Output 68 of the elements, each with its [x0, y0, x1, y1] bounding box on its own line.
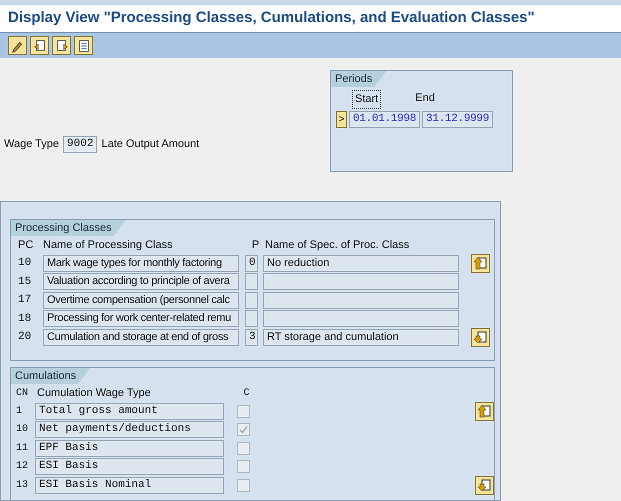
column-header: C [242, 386, 250, 400]
column-header: CN [15, 386, 30, 400]
wage-type-field[interactable]: Net payments/deductions [35, 421, 224, 438]
page-down-button[interactable] [471, 328, 490, 347]
group-title: Cumulations [11, 368, 90, 384]
column-header: PC [17, 238, 34, 253]
class-name-field[interactable]: Valuation according to principle of avera [43, 273, 239, 290]
check-icon [239, 425, 248, 434]
group-title: Periods [331, 71, 386, 87]
spec-code-field[interactable] [245, 292, 258, 309]
window-title: Display View "Processing Classes, Cumulations, and Evaluation Classes" [8, 8, 535, 28]
page-up-icon [474, 256, 488, 270]
end-date-field[interactable]: 31.12.9999 [422, 110, 494, 128]
row-number: 10 [17, 256, 32, 271]
page-down-button[interactable] [475, 476, 494, 495]
page-left-icon [32, 38, 48, 54]
page-down-icon [474, 330, 488, 344]
row-number: 11 [15, 442, 30, 456]
spec-name-field[interactable] [263, 273, 459, 290]
spec-name-field[interactable] [263, 310, 459, 328]
field-label: Wage Type [4, 137, 60, 152]
checkbox[interactable] [237, 423, 250, 436]
wage-type-field[interactable]: EPF Basis [35, 440, 224, 457]
toolbar-button[interactable] [74, 36, 93, 55]
spec-name-field[interactable]: No reduction [263, 254, 459, 272]
page-up-button[interactable] [475, 402, 494, 421]
column-header: End [415, 91, 435, 106]
checkbox[interactable] [237, 460, 250, 474]
spec-code-field[interactable]: 3 [245, 328, 258, 346]
class-name-field[interactable]: Mark wage types for monthly factoring [43, 254, 239, 272]
wage-type-field[interactable]: ESI Basis Nominal [35, 476, 224, 494]
page-up-button[interactable] [471, 254, 490, 273]
row-number: 17 [17, 293, 32, 308]
class-name-field[interactable]: Cumulation and storage at end of gross [43, 328, 239, 346]
page-up-icon [478, 404, 492, 418]
wage-type-field[interactable]: ESI Basis [35, 458, 224, 476]
page-down-icon [478, 478, 492, 492]
checkbox[interactable] [237, 404, 250, 418]
wage-type-description: Late Output Amount [101, 137, 200, 152]
group-title: Processing Classes [11, 220, 126, 236]
column-header: Cumulation Wage Type [37, 386, 152, 401]
row-number: 1 [15, 404, 24, 419]
spec-code-field[interactable]: 0 [245, 254, 258, 272]
column-header: Name of Spec. of Proc. Class [265, 238, 410, 253]
start-date-field[interactable]: 01.01.1998 [349, 110, 420, 128]
spec-name-field[interactable]: RT storage and cumulation [263, 328, 459, 346]
row-number: 18 [17, 312, 32, 326]
row-number: 20 [17, 330, 32, 345]
column-header: P [250, 238, 260, 253]
checkbox[interactable] [237, 442, 250, 455]
row-number: 15 [17, 274, 32, 290]
row-number: 12 [15, 460, 30, 474]
column-header: Name of Processing Class [43, 238, 174, 253]
row-number: 13 [15, 478, 30, 493]
column-header: Start [352, 90, 382, 108]
spec-code-field[interactable] [245, 273, 258, 290]
checkbox[interactable] [237, 478, 250, 492]
toolbar-button[interactable] [8, 36, 27, 55]
toolbar-button[interactable] [52, 36, 71, 55]
toolbar-button[interactable] [30, 36, 49, 55]
wage-type-field[interactable]: 9002 [63, 136, 98, 153]
spec-name-field[interactable] [263, 292, 459, 309]
class-name-field[interactable]: Overtime compensation (personnel calc [43, 292, 239, 309]
period-nav-button[interactable]: > [336, 110, 347, 128]
wage-type-field[interactable]: Total gross amount [35, 402, 224, 420]
row-number: 10 [15, 423, 30, 438]
spec-code-field[interactable] [245, 310, 258, 328]
class-name-field[interactable]: Processing for work center-related remu [43, 310, 239, 328]
